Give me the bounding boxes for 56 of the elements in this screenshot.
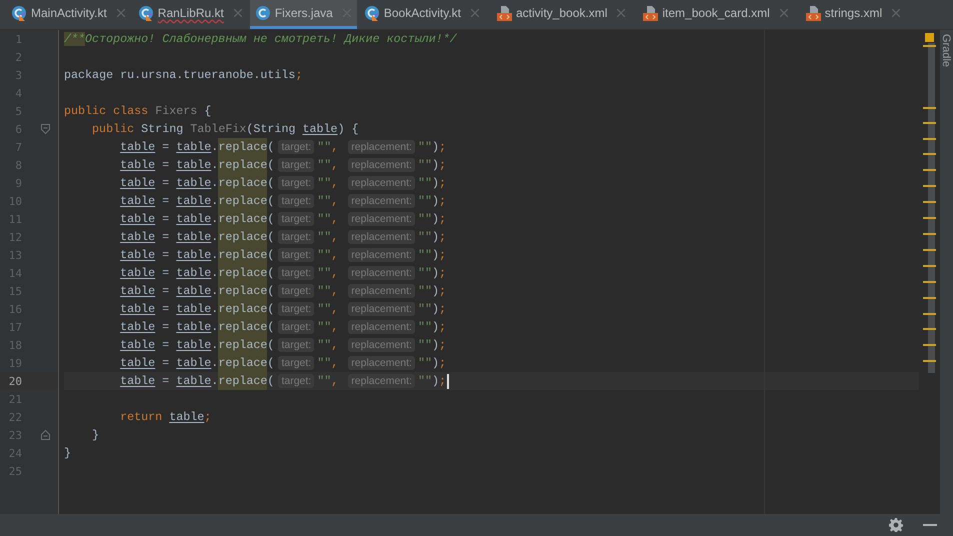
warning-status-icon[interactable] <box>924 33 934 42</box>
close-icon[interactable] <box>617 9 626 17</box>
class-file-icon <box>254 5 271 21</box>
code-line: package ru.ursna.trueranobe.utils; <box>64 67 302 84</box>
close-icon[interactable] <box>471 9 479 17</box>
editor-tab[interactable]: activity_book.xml <box>491 0 632 29</box>
kotlin-file-icon <box>11 5 27 21</box>
editor-tab[interactable]: BookActivity.kt <box>358 0 485 29</box>
code-line: table = table.replace( target: "", replacement: ""); <box>119 210 446 228</box>
tab-label: MainActivity.kt <box>31 6 107 20</box>
tab-label: Fixers.java <box>274 6 333 20</box>
xml-file-icon <box>804 5 821 21</box>
close-icon[interactable] <box>892 9 900 17</box>
code-line: table = table.replace( target: "", replacement: ""); <box>119 174 446 192</box>
xml-file-icon <box>496 5 512 21</box>
code-line: table = table.replace( target: "", replacement: ""); <box>119 300 446 318</box>
fold-marker-icon[interactable] <box>41 430 50 440</box>
code-line: table = table.replace( target: "", replacement: ""); <box>119 192 446 210</box>
xml-file-icon <box>642 5 658 21</box>
close-icon[interactable] <box>116 9 125 17</box>
code-line: } <box>91 427 100 444</box>
code-line: table = table.replace( target: "", replacement: ""); <box>119 336 446 354</box>
code-line: } <box>64 445 72 462</box>
code-line: table = table.replace( target: "", replacement: ""); <box>119 372 446 390</box>
code-line: table = table.replace( target: "", replacement: ""); <box>119 318 446 336</box>
code-line: table = table.replace( target: "", replacement: ""); <box>119 264 446 282</box>
settings-icon[interactable] <box>889 518 903 532</box>
kotlin-file-icon <box>364 5 380 21</box>
close-icon[interactable] <box>780 9 788 17</box>
tab-label: RanLibRu.kt <box>158 6 224 20</box>
text-cursor <box>447 374 450 388</box>
code-line: public class Fixers { <box>64 103 212 120</box>
code-line: public String TableFix(String table) { <box>91 121 359 138</box>
close-icon[interactable] <box>234 9 242 17</box>
code-line: table = table.replace( target: "", replacement: ""); <box>119 138 446 156</box>
kotlin-file-icon <box>138 5 154 21</box>
code-line: table = table.replace( target: "", replacement: ""); <box>119 246 446 264</box>
tab-label: item_book_card.xml <box>662 6 770 20</box>
tab-label: activity_book.xml <box>516 6 608 20</box>
minimize-icon[interactable] <box>923 524 937 526</box>
code-line: table = table.replace( target: "", replacement: ""); <box>119 282 446 300</box>
line-number: 20 <box>8 374 22 388</box>
code-line: return table; <box>119 409 212 426</box>
editor-tab[interactable]: item_book_card.xml <box>637 0 794 29</box>
code-line: table = table.replace( target: "", replacement: ""); <box>119 354 446 372</box>
tab-label: strings.xml <box>824 6 882 20</box>
gradle-tool-tab[interactable]: Gradle <box>940 34 952 68</box>
fold-marker-icon[interactable] <box>41 124 50 134</box>
code-line: table = table.replace( target: "", replacement: ""); <box>119 156 446 174</box>
editor-tab[interactable]: RanLibRu.kt <box>132 0 248 29</box>
tab-label: BookActivity.kt <box>384 6 461 20</box>
editor-tab[interactable]: Fixers.java <box>250 0 357 29</box>
code-line: table = table.replace( target: "", replacement: ""); <box>119 228 446 246</box>
code-line: /**Осторожно! Слабонервным не смотреть! Дикие костыли!*/ <box>64 31 457 48</box>
editor-tab[interactable]: MainActivity.kt <box>6 0 131 29</box>
editor-tab[interactable]: strings.xml <box>800 0 906 29</box>
